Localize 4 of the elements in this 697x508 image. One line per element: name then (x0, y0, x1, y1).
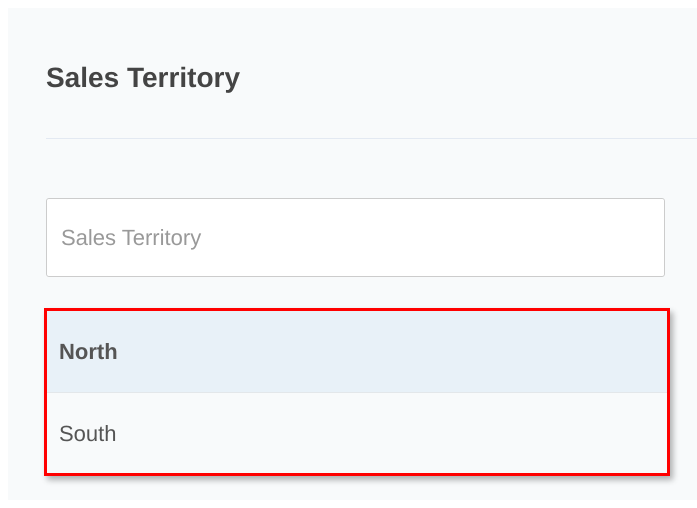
option-item[interactable]: South (47, 392, 667, 473)
panel-title: Sales Territory (46, 61, 240, 95)
search-field[interactable]: Sales Territory (46, 198, 665, 277)
option-item[interactable]: North (47, 311, 667, 392)
